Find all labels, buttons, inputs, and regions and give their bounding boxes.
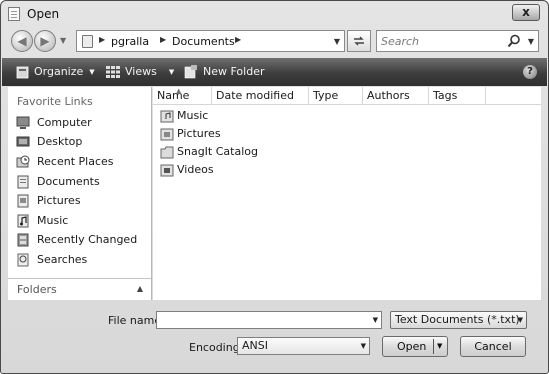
new-folder-icon: [184, 65, 197, 79]
nav-item-label: Recently Changed: [37, 233, 138, 246]
recent-places-icon: [16, 155, 30, 168]
back-button[interactable]: ◀: [11, 30, 33, 52]
views-icon: [106, 66, 120, 78]
window-title: Open: [27, 7, 60, 21]
folders-label: Folders: [17, 283, 57, 296]
new-folder-label: New Folder: [203, 65, 265, 78]
nav-item-music[interactable]: Music: [12, 212, 148, 230]
computer-icon: [16, 116, 30, 129]
pictures-icon: [17, 194, 29, 208]
toolbar: Organize ▼ Views ▼ New Folder ?: [2, 58, 547, 86]
views-dropdown-icon: ▼: [168, 68, 175, 76]
column-header-type[interactable]: Type: [309, 87, 363, 105]
breadcrumb-documents[interactable]: Documents: [172, 35, 235, 48]
search-input[interactable]: [381, 33, 501, 49]
folder-icon: [160, 146, 174, 159]
organize-button[interactable]: Organize ▼: [16, 58, 95, 86]
file-name-field[interactable]: ▼: [156, 311, 382, 329]
desktop-icon: [16, 136, 30, 147]
folder-icon: [82, 35, 93, 48]
search-dropdown-icon[interactable]: ▼: [528, 37, 534, 46]
file-name: SnagIt Catalog: [177, 145, 258, 158]
chevron-up-icon: ▲: [136, 284, 143, 293]
nav-item-label: Computer: [37, 116, 92, 129]
file-name: Music: [177, 109, 209, 122]
organize-icon: [16, 66, 29, 78]
views-label: Views: [125, 65, 157, 78]
file-name: Pictures: [177, 127, 221, 140]
nav-item-computer[interactable]: Computer: [12, 114, 148, 132]
forward-arrow-icon: ▶: [40, 34, 50, 48]
pictures-folder-icon: [160, 128, 174, 141]
recently-changed-icon: [17, 233, 29, 247]
open-dialog: Open x ◀ ▶ ▼ ▶ pgralla ▶ Documents ▶ ▼ ▼: [0, 0, 549, 374]
views-button[interactable]: Views ▼: [106, 58, 174, 86]
refresh-button[interactable]: [347, 30, 371, 52]
column-header-name[interactable]: ▲ Name: [153, 87, 212, 105]
nav-item-label: Music: [37, 214, 69, 227]
breadcrumb-pgralla[interactable]: pgralla: [111, 35, 149, 48]
organize-label: Organize: [34, 65, 84, 78]
nav-item-label: Pictures: [37, 194, 81, 207]
chevron-down-icon[interactable]: ▼: [373, 316, 378, 324]
breadcrumb-arrow-icon[interactable]: ▶: [160, 35, 166, 44]
file-list: ▲ Name Date modified Type Authors Tags M…: [153, 87, 541, 300]
open-button[interactable]: Open ▼: [382, 336, 448, 357]
address-dropdown-icon[interactable]: ▼: [334, 37, 340, 46]
column-header-tags[interactable]: Tags: [429, 87, 486, 105]
new-folder-button[interactable]: New Folder: [184, 58, 264, 86]
file-type-select[interactable]: Text Documents (*.txt) ▼: [390, 311, 527, 329]
split-divider: [433, 339, 434, 354]
forward-button[interactable]: ▶: [34, 30, 56, 52]
searches-icon: [17, 253, 29, 267]
encoding-select[interactable]: ANSI ▼: [237, 337, 370, 355]
videos-folder-icon: [160, 164, 174, 177]
nav-item-recent-places[interactable]: Recent Places: [12, 153, 148, 171]
file-name: Videos: [177, 163, 214, 176]
breadcrumb-arrow-icon[interactable]: ▶: [235, 35, 241, 44]
nav-item-pictures[interactable]: Pictures: [12, 192, 148, 210]
nav-item-label: Recent Places: [37, 155, 114, 168]
favorite-links-heading: Favorite Links: [17, 95, 93, 108]
nav-item-documents[interactable]: Documents: [12, 173, 148, 191]
open-label: Open: [397, 340, 427, 353]
file-type-value: Text Documents (*.txt): [395, 313, 520, 326]
document-icon: [8, 7, 20, 21]
chevron-down-icon: ▼: [517, 316, 523, 324]
open-dropdown-icon[interactable]: ▼: [437, 337, 442, 356]
nav-item-desktop[interactable]: Desktop: [12, 133, 148, 151]
column-headers: ▲ Name Date modified Type Authors Tags: [153, 87, 541, 105]
encoding-label: Encoding:: [189, 341, 244, 354]
encoding-value: ANSI: [242, 339, 268, 352]
close-button[interactable]: x: [512, 4, 540, 21]
nav-item-label: Documents: [37, 175, 100, 188]
folders-toggle[interactable]: Folders ▲: [8, 278, 151, 300]
organize-dropdown-icon: ▼: [89, 68, 95, 76]
title-bar[interactable]: Open x: [1, 1, 548, 27]
nav-item-recently-changed[interactable]: Recently Changed: [12, 231, 148, 249]
nav-item-label: Searches: [37, 253, 88, 266]
breadcrumb-arrow-icon[interactable]: ▶: [99, 35, 105, 44]
chevron-down-icon: ▼: [360, 342, 366, 350]
nav-item-searches[interactable]: Searches: [12, 251, 148, 269]
back-arrow-icon: ◀: [17, 34, 27, 48]
cancel-button[interactable]: Cancel: [460, 336, 526, 357]
column-header-authors[interactable]: Authors: [363, 87, 429, 105]
search-icon[interactable]: [507, 34, 521, 48]
nav-item-label: Desktop: [37, 135, 83, 148]
recent-pages-dropdown-icon[interactable]: ▼: [60, 36, 66, 45]
refresh-icon: [354, 36, 364, 46]
help-button[interactable]: ?: [523, 65, 537, 79]
sort-arrow-icon: ▲: [176, 87, 182, 95]
documents-icon: [17, 175, 29, 189]
music-folder-icon: [160, 110, 174, 123]
music-icon: [17, 214, 29, 228]
search-box[interactable]: ▼: [376, 30, 539, 52]
navigation-pane: Favorite Links Computer Desktop Recent P…: [8, 87, 152, 300]
column-header-date-modified[interactable]: Date modified: [212, 87, 309, 105]
address-bar[interactable]: ▶ pgralla ▶ Documents ▶ ▼: [76, 30, 345, 52]
